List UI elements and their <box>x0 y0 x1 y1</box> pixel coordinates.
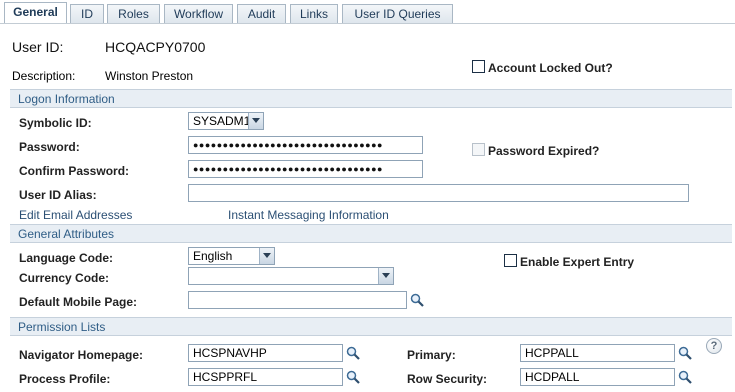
password-expired-checkbox <box>472 143 485 156</box>
confirm-password-label: Confirm Password: <box>19 164 130 178</box>
chevron-down-icon <box>248 113 263 129</box>
tab-user-id-queries[interactable]: User ID Queries <box>342 4 453 24</box>
tab-links[interactable]: Links <box>290 4 338 24</box>
navigator-homepage-label: Navigator Homepage: <box>19 348 144 362</box>
search-icon[interactable] <box>678 370 692 384</box>
tab-bar: General ID Roles Workflow Audit Links Us… <box>0 0 735 25</box>
chevron-down-icon <box>378 268 393 284</box>
tab-general[interactable]: General <box>4 2 67 25</box>
user-id-value: HCQACPY0700 <box>105 39 206 55</box>
language-code-select[interactable]: English <box>188 247 275 265</box>
tab-workflow[interactable]: Workflow <box>164 4 233 24</box>
language-code-label: Language Code: <box>19 251 114 265</box>
default-mobile-page-field[interactable] <box>188 291 407 309</box>
enable-expert-entry-label: Enable Expert Entry <box>520 255 635 269</box>
process-profile-field[interactable]: HCSPPRFL <box>188 368 343 386</box>
navigator-homepage-field[interactable]: HCSPNAVHP <box>188 344 343 362</box>
tab-id[interactable]: ID <box>70 4 104 24</box>
user-id-alias-label: User ID Alias: <box>19 188 97 202</box>
permission-lists-title: Permission Lists <box>18 320 106 334</box>
currency-code-select[interactable] <box>188 267 394 285</box>
default-mobile-page-label: Default Mobile Page: <box>19 295 138 309</box>
search-icon[interactable] <box>410 293 424 307</box>
tab-audit[interactable]: Audit <box>237 4 286 24</box>
chevron-down-icon <box>259 248 274 264</box>
password-expired-label: Password Expired? <box>488 144 600 158</box>
edit-email-addresses-link[interactable]: Edit Email Addresses <box>19 208 132 222</box>
account-locked-label: Account Locked Out? <box>488 61 613 75</box>
user-id-label: User ID: <box>12 39 64 55</box>
help-icon[interactable]: ? <box>706 338 722 354</box>
currency-code-label: Currency Code: <box>19 271 110 285</box>
user-id-alias-field[interactable] <box>188 184 689 202</box>
confirm-password-field[interactable]: ●●●●●●●●●●●●●●●●●●●●●●●●●●●●●●●● <box>188 160 423 178</box>
search-icon[interactable] <box>346 346 360 360</box>
general-attributes-header: General Attributes <box>10 224 732 243</box>
language-code-value: English <box>193 249 233 263</box>
description-value: Winston Preston <box>105 69 194 83</box>
description-label: Description: <box>12 69 76 83</box>
instant-messaging-link[interactable]: Instant Messaging Information <box>228 208 389 222</box>
symbolic-id-value: SYSADM1 <box>193 114 251 128</box>
symbolic-id-label: Symbolic ID: <box>19 116 92 130</box>
general-attributes-title: General Attributes <box>18 227 115 241</box>
permission-lists-header: Permission Lists <box>10 317 732 336</box>
search-icon[interactable] <box>346 370 360 384</box>
logon-information-header: Logon Information <box>10 89 732 108</box>
search-icon[interactable] <box>678 346 692 360</box>
tab-divider <box>0 23 735 24</box>
row-security-field[interactable]: HCDPALL <box>520 368 675 386</box>
process-profile-label: Process Profile: <box>19 372 111 386</box>
row-security-label: Row Security: <box>407 372 488 386</box>
tab-roles[interactable]: Roles <box>107 4 160 24</box>
symbolic-id-select[interactable]: SYSADM1 <box>188 112 264 130</box>
enable-expert-entry-checkbox[interactable] <box>504 254 517 267</box>
primary-field[interactable]: HCPPALL <box>520 344 675 362</box>
password-label: Password: <box>19 140 80 154</box>
logon-information-title: Logon Information <box>18 92 115 106</box>
account-locked-checkbox[interactable] <box>472 60 485 73</box>
password-field[interactable]: ●●●●●●●●●●●●●●●●●●●●●●●●●●●●●●●● <box>188 136 423 154</box>
primary-label: Primary: <box>407 348 456 362</box>
